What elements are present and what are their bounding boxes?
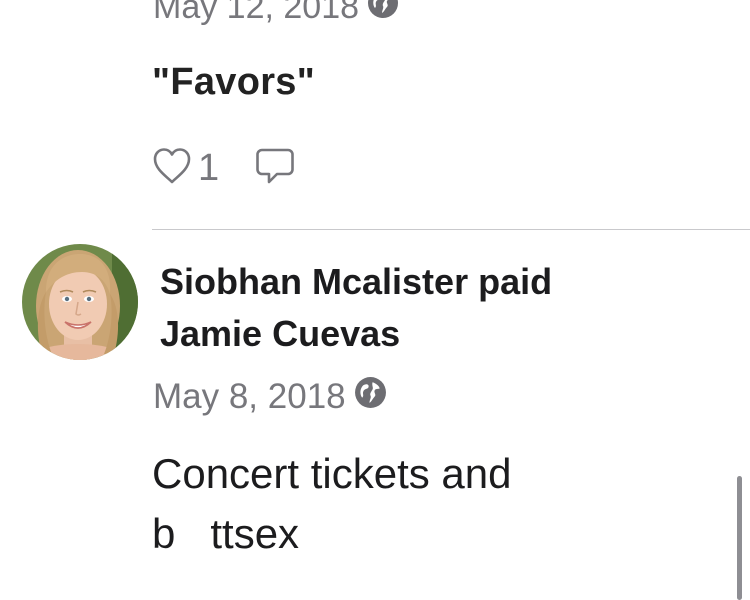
- item1-date: May 12, 2018: [153, 0, 360, 26]
- comment-button[interactable]: [255, 147, 295, 190]
- speech-bubble-icon: [255, 147, 295, 190]
- payment-title: Siobhan Mcalister paid Jamie Cuevas: [160, 261, 553, 354]
- heart-outline-icon: [152, 147, 192, 190]
- like-count: 1: [198, 147, 220, 189]
- scrollbar[interactable]: [737, 476, 742, 600]
- like-button[interactable]: 1: [152, 147, 219, 190]
- item2-note: Concert tickets and b ttsex: [152, 450, 512, 557]
- feed-divider: [152, 229, 750, 230]
- item1-date-row: May 12, 2018: [153, 0, 399, 28]
- item2-date: May 8, 2018: [153, 377, 346, 416]
- feed-screen: May 12, 2018 "Favors" 1 Siobhan Mcaliste…: [0, 0, 750, 600]
- avatar[interactable]: [22, 244, 138, 360]
- globe-icon: [367, 0, 399, 28]
- item2-date-row: May 8, 2018: [153, 376, 387, 418]
- item1-actions: 1: [152, 146, 295, 190]
- item1-note: "Favors": [152, 61, 316, 103]
- globe-icon: [354, 376, 387, 418]
